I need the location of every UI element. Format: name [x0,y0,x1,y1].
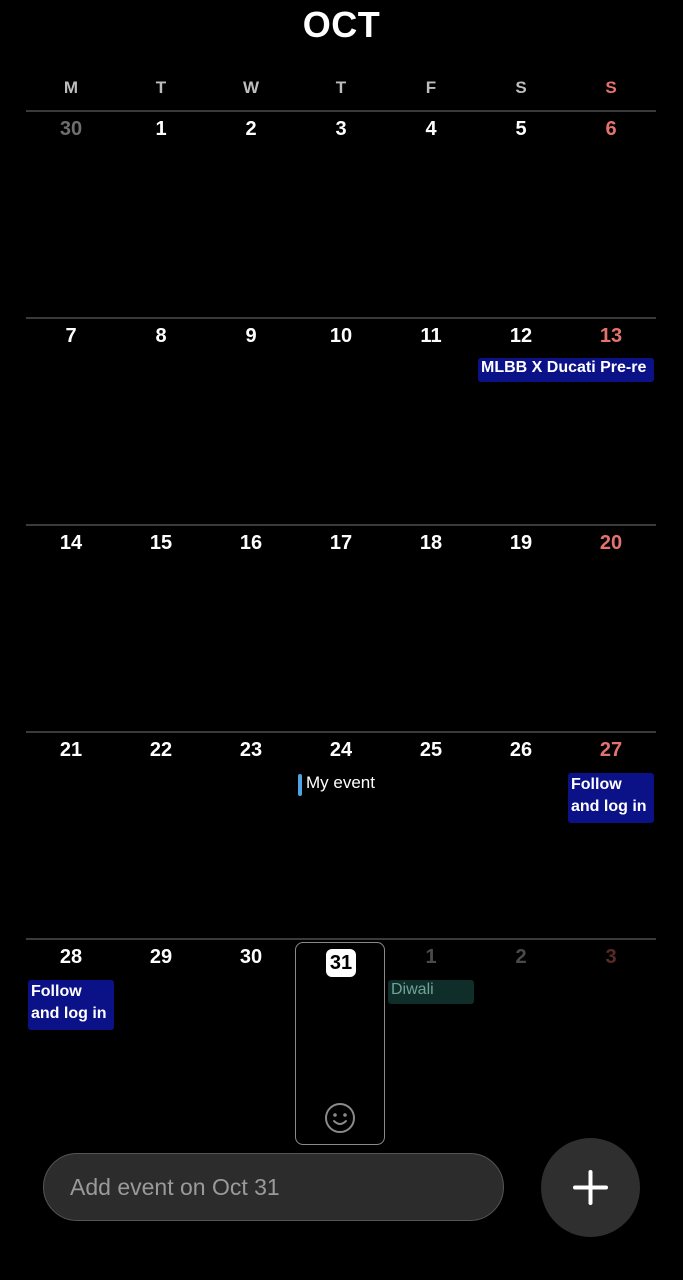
week-row: 7 8 9 10 11 12 13 MLBB X Ducati Pre-re [26,317,656,524]
day-number: 9 [245,325,257,347]
month-title[interactable]: OCT [0,4,683,46]
day-cell[interactable]: 19 [476,526,566,731]
day-number: 3 [335,118,347,140]
day-number: 21 [59,739,83,761]
day-cell[interactable]: 14 [26,526,116,731]
event-my-event[interactable]: My event [298,773,375,796]
day-cell[interactable]: 8 [116,319,206,524]
day-cell[interactable]: 22 [116,733,206,938]
day-cell[interactable]: 16 [206,526,296,731]
day-cell[interactable]: 2 [476,940,566,1145]
weekday-sun: S [605,78,617,97]
day-cell[interactable]: 21 [26,733,116,938]
day-number: 8 [155,325,167,347]
event-follow-login[interactable]: Follow and log in or [568,773,654,823]
week-row: 28 29 30 31 1 2 3 Follow and log in or D… [26,938,656,1145]
smiley-icon[interactable] [324,1102,356,1134]
add-event-button[interactable] [541,1138,640,1237]
day-number: 22 [149,739,173,761]
day-number: 1 [155,118,167,140]
weekday-wed: W [242,78,260,97]
day-cell[interactable]: 7 [26,319,116,524]
day-cell[interactable]: 29 [116,940,206,1145]
day-cell[interactable]: 30 [26,112,116,317]
weekday-mon: M [63,78,79,97]
event-diwali[interactable]: Diwali [388,980,474,1004]
day-cell[interactable]: 20 [566,526,656,731]
day-number: 24 [329,739,353,761]
today-number: 31 [326,949,356,977]
day-number: 18 [419,532,443,554]
plus-icon [573,1170,608,1205]
day-cell[interactable]: 12 [476,319,566,524]
day-number: 30 [239,946,263,968]
day-number: 20 [599,532,623,554]
day-number: 14 [59,532,83,554]
day-cell[interactable]: 13 [566,319,656,524]
add-event-placeholder: Add event on Oct 31 [70,1174,280,1200]
weekday-tue: T [155,78,167,97]
day-number: 16 [239,532,263,554]
day-number: 25 [419,739,443,761]
day-cell[interactable]: 15 [116,526,206,731]
day-number: 11 [420,325,442,347]
day-cell[interactable]: 23 [206,733,296,938]
day-cell[interactable]: 30 [206,940,296,1145]
day-number: 2 [245,118,257,140]
day-cell[interactable]: 3 [566,940,656,1145]
day-number: 26 [509,739,533,761]
day-number: 12 [509,325,533,347]
day-number: 10 [329,325,353,347]
day-number: 27 [599,739,623,761]
day-cell[interactable]: 10 [296,319,386,524]
day-number: 7 [65,325,77,347]
week-row: 21 22 23 24 25 26 27 My event Follow and… [26,731,656,938]
weekday-thu: T [335,78,347,97]
day-number: 4 [425,118,437,140]
calendar-grid: 30 1 2 3 4 5 6 7 8 9 10 11 12 13 MLBB X … [26,110,656,1145]
day-cell[interactable]: 27 [566,733,656,938]
day-number: 3 [605,946,617,968]
day-number: 19 [509,532,533,554]
event-mlbb[interactable]: MLBB X Ducati Pre-re [478,358,654,382]
day-cell[interactable]: 26 [476,733,566,938]
day-cell[interactable]: 6 [566,112,656,317]
day-cell[interactable]: 18 [386,526,476,731]
day-cell[interactable]: 11 [386,319,476,524]
day-number: 28 [59,946,83,968]
weekday-fri: F [425,78,437,97]
day-number: 29 [149,946,173,968]
day-number: 23 [239,739,263,761]
event-follow-login[interactable]: Follow and log in or [28,980,114,1030]
day-number: 2 [515,946,527,968]
day-number: 15 [149,532,173,554]
weekday-sat: S [515,78,527,97]
day-cell[interactable]: 5 [476,112,566,317]
day-cell[interactable]: 9 [206,319,296,524]
day-cell[interactable]: 3 [296,112,386,317]
day-number: 30 [59,118,83,140]
day-number: 1 [425,946,437,968]
day-number: 17 [329,532,353,554]
week-row: 14 15 16 17 18 19 20 [26,524,656,731]
day-cell[interactable]: 1 [386,940,476,1145]
day-cell[interactable]: 28 [26,940,116,1145]
add-event-input[interactable]: Add event on Oct 31 [43,1153,504,1221]
day-cell[interactable]: 1 [116,112,206,317]
day-cell[interactable]: 17 [296,526,386,731]
weekday-header: M T W T F S S [26,78,656,102]
day-cell[interactable]: 24 [296,733,386,938]
day-cell[interactable]: 2 [206,112,296,317]
day-number: 13 [599,325,623,347]
day-cell[interactable]: 25 [386,733,476,938]
today-cell[interactable]: 31 [295,942,385,1145]
week-row: 30 1 2 3 4 5 6 [26,110,656,317]
day-number: 6 [605,118,617,140]
day-cell[interactable]: 4 [386,112,476,317]
day-number: 5 [515,118,527,140]
